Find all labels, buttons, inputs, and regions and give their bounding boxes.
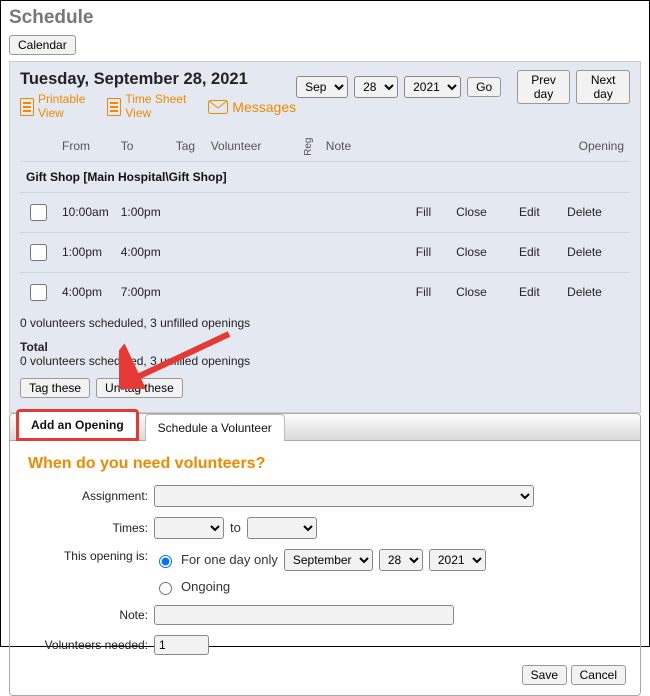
timesheet-view-link[interactable]: Time Sheet View — [107, 93, 186, 121]
table-row: 1:00pm4:00pm FillCloseEditDelete — [20, 232, 630, 272]
col-tag: Tag — [170, 131, 205, 162]
day-select[interactable]: 28 — [354, 76, 398, 98]
fill-link[interactable]: Fill — [410, 232, 450, 272]
month-select[interactable]: Sep — [296, 76, 348, 98]
group-header: Gift Shop [Main Hospital\Gift Shop] — [20, 161, 630, 192]
delete-link[interactable]: Delete — [561, 192, 630, 232]
close-link[interactable]: Close — [450, 192, 513, 232]
page-title: Schedule — [9, 7, 641, 29]
opening-day-select[interactable]: 28 — [379, 549, 423, 571]
opening-month-select[interactable]: September — [284, 549, 373, 571]
row-checkbox[interactable] — [30, 244, 47, 261]
cell-from: 1:00pm — [56, 232, 115, 272]
messages-label: Messages — [232, 99, 296, 115]
fill-link[interactable]: Fill — [410, 192, 450, 232]
group-summary: 0 volunteers scheduled, 3 unfilled openi… — [20, 312, 630, 330]
delete-link[interactable]: Delete — [561, 232, 630, 272]
for-one-day-label: For one day only — [181, 552, 278, 567]
time-to-select[interactable] — [247, 517, 317, 539]
for-one-day-radio[interactable] — [159, 555, 172, 568]
time-from-select[interactable] — [154, 517, 224, 539]
document-icon — [20, 98, 34, 116]
vol-needed-input[interactable] — [154, 635, 209, 655]
note-input[interactable] — [154, 605, 454, 625]
row-checkbox[interactable] — [30, 204, 47, 221]
next-day-button[interactable]: Next day — [576, 70, 630, 104]
printable-view-link[interactable]: Printable View — [20, 93, 85, 121]
messages-link[interactable]: Messages — [208, 93, 296, 121]
table-row: 10:00am1:00pm FillCloseEditDelete — [20, 192, 630, 232]
add-opening-form: When do you need volunteers? Assignment:… — [9, 441, 641, 696]
times-to-text: to — [230, 520, 241, 535]
close-link[interactable]: Close — [450, 272, 513, 312]
tab-add-opening[interactable]: Add an Opening — [16, 409, 139, 441]
year-select[interactable]: 2021 — [404, 76, 461, 98]
col-volunteer: Volunteer — [205, 131, 297, 162]
ongoing-label: Ongoing — [181, 579, 230, 594]
date-panel: Tuesday, September 28, 2021 Printable Vi… — [9, 61, 641, 413]
edit-link[interactable]: Edit — [513, 192, 561, 232]
cell-from: 10:00am — [56, 192, 115, 232]
timesheet-view-label: Time Sheet View — [125, 93, 186, 121]
cell-to: 4:00pm — [115, 232, 170, 272]
table-row: 4:00pm7:00pm FillCloseEditDelete — [20, 272, 630, 312]
vol-needed-label: Volunteers needed: — [24, 638, 154, 652]
col-from: From — [56, 131, 115, 162]
envelope-icon — [208, 100, 228, 114]
opening-year-select[interactable]: 2021 — [429, 549, 486, 571]
close-link[interactable]: Close — [450, 232, 513, 272]
col-reg: Reg — [297, 131, 320, 162]
assignment-select[interactable] — [154, 485, 534, 507]
assignment-label: Assignment: — [24, 489, 154, 503]
untag-these-button[interactable]: Un-tag these — [96, 378, 183, 398]
fill-link[interactable]: Fill — [410, 272, 450, 312]
edit-link[interactable]: Edit — [513, 272, 561, 312]
calendar-button[interactable]: Calendar — [9, 35, 76, 55]
total-label: Total — [20, 336, 630, 354]
delete-link[interactable]: Delete — [561, 272, 630, 312]
tab-bar: Add an Opening Schedule a Volunteer — [9, 413, 641, 441]
printable-view-label: Printable View — [38, 93, 85, 121]
prev-day-button[interactable]: Prev day — [517, 70, 571, 104]
cancel-button[interactable]: Cancel — [571, 665, 626, 685]
total-summary: 0 volunteers scheduled, 3 unfilled openi… — [20, 354, 630, 368]
cell-to: 7:00pm — [115, 272, 170, 312]
go-button[interactable]: Go — [467, 77, 501, 97]
form-heading: When do you need volunteers? — [28, 455, 626, 473]
opening-is-label: This opening is: — [24, 549, 154, 563]
edit-link[interactable]: Edit — [513, 232, 561, 272]
tag-these-button[interactable]: Tag these — [20, 378, 90, 398]
col-opening: Opening — [410, 131, 630, 162]
save-button[interactable]: Save — [522, 665, 567, 685]
date-heading: Tuesday, September 28, 2021 — [20, 70, 296, 89]
row-checkbox[interactable] — [30, 284, 47, 301]
document-icon — [107, 98, 121, 116]
cell-from: 4:00pm — [56, 272, 115, 312]
tab-schedule-volunteer[interactable]: Schedule a Volunteer — [145, 414, 285, 441]
note-label: Note: — [24, 608, 154, 622]
ongoing-radio[interactable] — [159, 582, 172, 595]
times-label: Times: — [24, 521, 154, 535]
schedule-table: From To Tag Volunteer Reg Note Opening G… — [20, 131, 630, 312]
col-to: To — [115, 131, 170, 162]
cell-to: 1:00pm — [115, 192, 170, 232]
col-note: Note — [320, 131, 410, 162]
